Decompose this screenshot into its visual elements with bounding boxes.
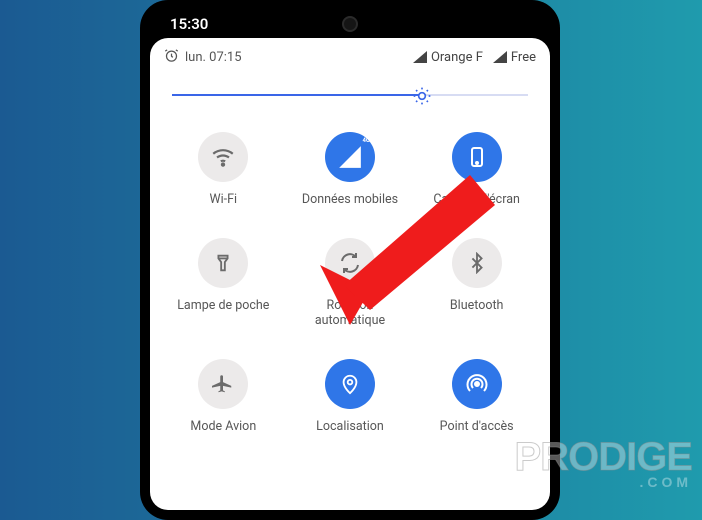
brightness-slider[interactable] [150,76,550,106]
watermark-brand: PRODIGE [515,435,692,479]
bluetooth-icon [452,238,502,288]
badge-4g: 4G [362,137,370,144]
tile-mobile-data[interactable]: 4G Données mobiles [291,132,410,208]
mobile-data-icon: 4G [325,132,375,182]
wifi-icon [198,132,248,182]
tile-label: Capture d'écran [433,192,520,208]
phone-frame: 15:30 lun. 07:15 Orange F Free [140,0,560,520]
tile-label: Mode Avion [190,419,256,435]
sim2-label: Free [511,50,536,65]
quick-settings-panel: lun. 07:15 Orange F Free [150,38,550,510]
tile-label: Rotation automatique [295,298,405,329]
tile-wifi[interactable]: Wi-Fi [164,132,283,208]
tile-hotspot[interactable]: Point d'accès [417,359,536,435]
tile-airplane[interactable]: Mode Avion [164,359,283,435]
sim2-indicator: Free [493,50,536,65]
tile-label: Lampe de poche [177,298,269,314]
alarm-time: lun. 07:15 [185,50,242,65]
qs-status-row: lun. 07:15 Orange F Free [150,38,550,76]
camera-notch [342,16,358,32]
airplane-icon [198,359,248,409]
tile-screenshot[interactable]: Capture d'écran [417,132,536,208]
device-time: 15:30 [170,15,208,33]
rotate-icon [325,238,375,288]
device-status-bar: 15:30 [150,10,550,38]
location-icon [325,359,375,409]
tile-location[interactable]: Localisation [291,359,410,435]
sim1-label: Orange F [431,50,483,65]
hotspot-icon [452,359,502,409]
flashlight-icon [198,238,248,288]
tile-auto-rotate[interactable]: Rotation automatique [291,238,410,329]
brightness-fill [172,94,421,96]
alarm-icon [164,48,179,67]
tile-label: Wi-Fi [210,192,238,208]
tile-label: Données mobiles [302,192,398,208]
tile-label: Localisation [316,419,384,435]
qs-tiles-grid: Wi-Fi 4G Données mobiles Capture d'écran [150,106,550,445]
tile-flashlight[interactable]: Lampe de poche [164,238,283,329]
tile-label: Bluetooth [450,298,504,314]
tile-label: Point d'accès [440,419,514,435]
screenshot-icon [452,132,502,182]
sim1-indicator: Orange F [413,50,483,65]
watermark: PRODIGE .COM [515,435,692,490]
brightness-thumb-icon[interactable] [412,86,430,104]
tile-bluetooth[interactable]: Bluetooth [417,238,536,329]
